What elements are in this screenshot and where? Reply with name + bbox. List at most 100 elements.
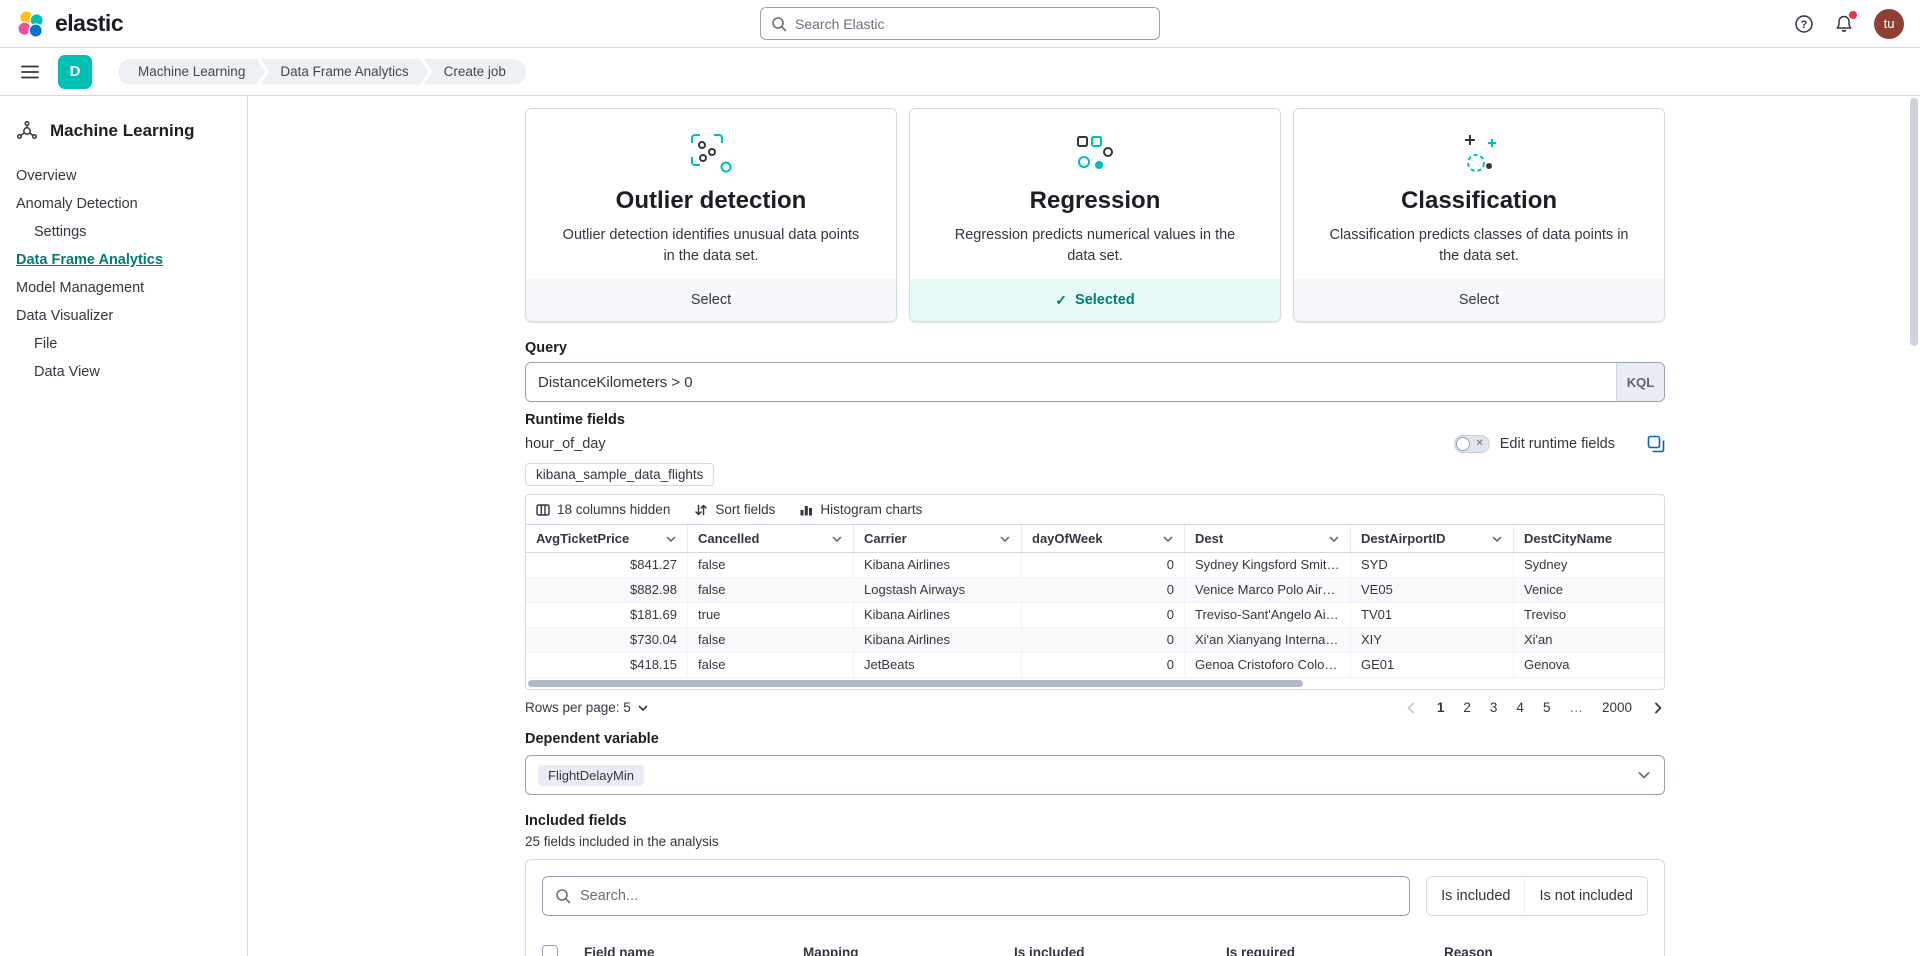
table-cell[interactable]: TV01 (1351, 603, 1514, 627)
table-cell[interactable]: VE05 (1351, 578, 1514, 602)
sidebar-item-file[interactable]: File (0, 330, 247, 358)
table-cell[interactable]: 0 (1022, 578, 1185, 602)
sort-fields-button[interactable]: Sort fields (694, 502, 775, 517)
page-scrollbar-thumb[interactable] (1910, 98, 1918, 346)
table-cell[interactable]: false (688, 653, 854, 677)
filter-is-not-included[interactable]: Is not included (1524, 877, 1647, 915)
column-header-dest[interactable]: Dest (1185, 525, 1351, 552)
table-cell[interactable]: $882.98 (526, 578, 688, 602)
select-all-checkbox[interactable] (542, 945, 558, 956)
table-cell[interactable]: Xi'an Xianyang Internatio... (1185, 628, 1351, 652)
edit-runtime-fields-toggle[interactable] (1454, 435, 1490, 453)
table-cell[interactable]: false (688, 628, 854, 652)
table-cell[interactable]: Venice (1514, 578, 1664, 602)
dependent-variable-section: Dependent variable FlightDelayMin (525, 731, 1665, 795)
sidebar-item-data-frame-analytics[interactable]: Data Frame Analytics (0, 246, 247, 274)
horizontal-scrollbar-thumb[interactable] (528, 680, 1303, 687)
global-search-input[interactable] (795, 16, 1149, 32)
table-cell[interactable]: 0 (1022, 628, 1185, 652)
sidebar-item-data-visualizer[interactable]: Data Visualizer (0, 302, 247, 330)
global-search[interactable] (760, 7, 1160, 40)
column-header-cancelled[interactable]: Cancelled (688, 525, 854, 552)
column-header-label: DestCityName (1524, 531, 1612, 546)
page-3[interactable]: 3 (1490, 700, 1498, 715)
table-cell[interactable]: Kibana Airlines (854, 603, 1022, 627)
sidebar-item-anomaly-detection[interactable]: Anomaly Detection (0, 190, 247, 218)
fields-search-input[interactable] (580, 888, 1397, 904)
help-icon[interactable]: ? (1794, 14, 1814, 34)
table-cell[interactable]: JetBeats (854, 653, 1022, 677)
copy-json-icon[interactable] (1647, 435, 1665, 453)
rows-per-page-button[interactable]: Rows per page: 5 (525, 700, 649, 715)
table-cell[interactable]: $181.69 (526, 603, 688, 627)
card-classification[interactable]: Classification Classification predicts c… (1293, 108, 1665, 322)
column-header-dayofweek[interactable]: dayOfWeek (1022, 525, 1185, 552)
page-4[interactable]: 4 (1516, 700, 1524, 715)
sidebar-item-settings[interactable]: Settings (0, 218, 247, 246)
next-page-icon[interactable] (1651, 701, 1665, 715)
kql-language-button[interactable]: KQL (1616, 363, 1664, 401)
breadcrumb-machine-learning[interactable]: Machine Learning (118, 59, 265, 85)
column-header-destcityname[interactable]: DestCityName (1514, 525, 1664, 552)
table-cell[interactable]: false (688, 578, 854, 602)
table-cell[interactable]: Sydney (1514, 553, 1664, 577)
select-classification-button[interactable]: Select (1294, 279, 1664, 321)
table-cell[interactable]: Genoa Cristoforo Colomb... (1185, 653, 1351, 677)
menu-icon[interactable] (10, 52, 50, 92)
table-cell[interactable]: 0 (1022, 653, 1185, 677)
column-header-avgticketprice[interactable]: AvgTicketPrice (526, 525, 688, 552)
fields-search[interactable] (542, 876, 1410, 916)
elastic-logo[interactable]: elastic (16, 9, 246, 39)
columns-hidden-button[interactable]: 18 columns hidden (536, 502, 670, 517)
user-avatar[interactable]: tu (1874, 9, 1904, 39)
table-cell[interactable]: $730.04 (526, 628, 688, 652)
table-cell[interactable]: Treviso-Sant'Angelo Airport (1185, 603, 1351, 627)
table-cell[interactable]: Xi'an (1514, 628, 1664, 652)
card-description: Regression predicts numerical values in … (928, 225, 1262, 267)
dependent-variable-select[interactable]: FlightDelayMin (525, 755, 1665, 795)
query-input[interactable] (526, 363, 1616, 401)
page-5[interactable]: 5 (1543, 700, 1551, 715)
sidebar-item-overview[interactable]: Overview (0, 162, 247, 190)
sidebar-item-model-management[interactable]: Model Management (0, 274, 247, 302)
chevron-down-icon (665, 533, 677, 545)
table-cell[interactable]: $841.27 (526, 553, 688, 577)
sidebar-header: Machine Learning (0, 114, 247, 162)
table-cell[interactable]: Sydney Kingsford Smith I... (1185, 553, 1351, 577)
table-cell[interactable]: Treviso (1514, 603, 1664, 627)
table-cell[interactable]: GE01 (1351, 653, 1514, 677)
card-regression[interactable]: Regression Regression predicts numerical… (909, 108, 1281, 322)
breadcrumb-data-frame-analytics[interactable]: Data Frame Analytics (260, 59, 428, 85)
table-cell[interactable]: Logstash Airways (854, 578, 1022, 602)
selected-regression-indicator[interactable]: Selected (910, 279, 1280, 321)
table-cell[interactable]: SYD (1351, 553, 1514, 577)
sidebar-item-data-view[interactable]: Data View (0, 358, 247, 386)
card-outlier-detection[interactable]: Outlier detection Outlier detection iden… (525, 108, 897, 322)
column-header-carrier[interactable]: Carrier (854, 525, 1022, 552)
page-1[interactable]: 1 (1437, 700, 1445, 715)
filter-is-included[interactable]: Is included (1427, 877, 1524, 915)
elastic-logo-icon (16, 9, 46, 39)
page-2[interactable]: 2 (1463, 700, 1471, 715)
page-ellipsis: … (1569, 700, 1583, 715)
table-cell[interactable]: false (688, 553, 854, 577)
space-avatar[interactable]: D (58, 55, 92, 89)
fields-column-is-required: Is required (1226, 945, 1444, 956)
table-cell[interactable]: XIY (1351, 628, 1514, 652)
table-cell[interactable]: 0 (1022, 603, 1185, 627)
table-cell[interactable]: $418.15 (526, 653, 688, 677)
table-cell[interactable]: 0 (1022, 553, 1185, 577)
notifications-bell-icon[interactable] (1834, 14, 1854, 34)
column-header-destairportid[interactable]: DestAirportID (1351, 525, 1514, 552)
chevron-down-icon (1636, 767, 1652, 783)
table-cell[interactable]: Kibana Airlines (854, 628, 1022, 652)
histogram-charts-button[interactable]: Histogram charts (799, 502, 922, 517)
table-cell[interactable]: Genova (1514, 653, 1664, 677)
page-last[interactable]: 2000 (1602, 700, 1632, 715)
select-outlier-detection-button[interactable]: Select (526, 279, 896, 321)
previous-page-icon (1404, 701, 1418, 715)
table-cell[interactable]: true (688, 603, 854, 627)
table-cell[interactable]: Kibana Airlines (854, 553, 1022, 577)
columns-hidden-label: 18 columns hidden (557, 502, 670, 517)
table-cell[interactable]: Venice Marco Polo Airport (1185, 578, 1351, 602)
